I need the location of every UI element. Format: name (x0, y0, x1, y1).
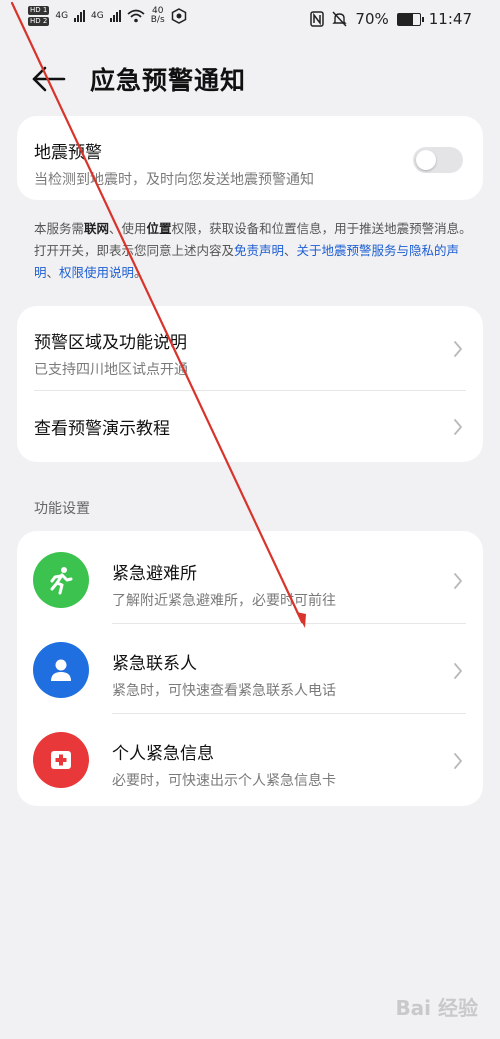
clock: 11:47 (428, 10, 472, 28)
region-description-subtitle: 已支持四川地区试点开通 (34, 362, 188, 378)
personal-info-text: 个人紧急信息 必要时，可快速出示个人紧急信息卡 (112, 739, 336, 790)
personal-info-title: 个人紧急信息 (112, 744, 214, 764)
status-right: 70% 11:47 (310, 10, 472, 28)
region-description-title: 预警区域及功能说明 (34, 333, 187, 353)
battery-level (397, 13, 414, 25)
page-title: 应急预警通知 (90, 66, 247, 95)
notice-bold-network: 联网 (84, 221, 110, 236)
demo-tutorial-text: 查看预警演示教程 (34, 414, 170, 439)
back-arrow-icon (32, 66, 66, 92)
earthquake-alert-text: 地震预警 当检测到地震时，及时向您发送地震预警通知 (34, 138, 314, 189)
app-hexagon-icon (171, 8, 186, 24)
net1-label: 4G (55, 11, 69, 21)
wifi-icon (127, 9, 145, 23)
notice-sep-2: 、 (46, 265, 60, 280)
signal2-icon (109, 10, 121, 22)
mute-bell-icon (332, 11, 348, 27)
earthquake-alert-subtitle: 当检测到地震时，及时向您发送地震预警通知 (34, 172, 314, 188)
notice-sep-1: 、 (284, 243, 297, 258)
feature-settings-card: 紧急避难所 了解附近紧急避难所，必要时可前往 紧急联系人 紧急时，可快速查看紧急… (17, 531, 483, 806)
toggle-knob (416, 150, 436, 170)
medical-card-icon (33, 732, 89, 788)
shelter-subtitle: 了解附近紧急避难所，必要时可前往 (112, 593, 336, 609)
notice-end: 。 (134, 265, 147, 280)
status-left: HD 1 HD 2 4G 4G 40 B/s (28, 6, 187, 26)
region-description-row[interactable]: 预警区域及功能说明 已支持四川地区试点开通 (17, 306, 483, 390)
demo-tutorial-row[interactable]: 查看预警演示教程 (17, 391, 483, 462)
status-bar: HD 1 HD 2 4G 4G 40 B/s 70% 11:47 (0, 0, 500, 40)
earthquake-alert-title: 地震预警 (34, 143, 102, 163)
watermark: Bai 经验 (395, 996, 478, 1020)
service-notice: 本服务需联网、使用位置权限，获取设备和位置信息，用于推送地震预警消息。打开开关，… (34, 218, 474, 284)
section-label: 功能设置 (34, 501, 90, 517)
hd-badges: HD 1 HD 2 (28, 6, 50, 26)
back-button[interactable] (30, 63, 68, 95)
notice-text-1: 本服务需 (34, 221, 85, 236)
earthquake-alert-card: 地震预警 当检测到地震时，及时向您发送地震预警通知 (17, 116, 483, 200)
disclaimer-link[interactable]: 免责声明 (234, 243, 284, 258)
personal-info-subtitle: 必要时，可快速出示个人紧急信息卡 (112, 773, 336, 789)
battery-icon (396, 12, 424, 26)
net2-label: 4G (91, 11, 104, 21)
nfc-icon (310, 11, 325, 27)
running-person-icon (33, 552, 89, 608)
chevron-right-icon (454, 341, 462, 357)
permission-usage-link[interactable]: 权限使用说明 (59, 265, 134, 280)
network-speed: 40 B/s (151, 7, 165, 25)
feature-row-shelter[interactable]: 紧急避难所 了解附近紧急避难所，必要时可前往 (17, 534, 483, 624)
contacts-text: 紧急联系人 紧急时，可快速查看紧急联系人电话 (112, 649, 336, 700)
region-info-card: 预警区域及功能说明 已支持四川地区试点开通 查看预警演示教程 (17, 306, 483, 462)
demo-tutorial-title: 查看预警演示教程 (34, 419, 170, 439)
chevron-right-icon (454, 663, 462, 679)
shelter-title: 紧急避难所 (112, 564, 197, 584)
page-header: 应急预警通知 (0, 55, 500, 105)
chevron-right-icon (454, 573, 462, 589)
chevron-right-icon (454, 753, 462, 769)
chevron-right-icon (454, 419, 462, 435)
notice-bold-location: 位置 (146, 221, 172, 236)
speed-unit: B/s (150, 15, 165, 25)
notice-text-2: 、使用 (109, 221, 147, 236)
earthquake-alert-toggle[interactable] (413, 147, 463, 173)
person-icon (33, 642, 89, 698)
shelter-text: 紧急避难所 了解附近紧急避难所，必要时可前往 (112, 559, 336, 610)
feature-row-personal-info[interactable]: 个人紧急信息 必要时，可快速出示个人紧急信息卡 (17, 714, 483, 804)
signal1-icon (74, 10, 86, 22)
battery-percent: 70% (355, 10, 389, 28)
contacts-title: 紧急联系人 (112, 654, 197, 674)
contacts-subtitle: 紧急时，可快速查看紧急联系人电话 (112, 683, 336, 699)
hd1-badge: HD 1 (28, 6, 50, 15)
hd2-badge: HD 2 (28, 17, 50, 26)
region-description-text: 预警区域及功能说明 已支持四川地区试点开通 (34, 328, 188, 379)
feature-row-emergency-contacts[interactable]: 紧急联系人 紧急时，可快速查看紧急联系人电话 (17, 624, 483, 714)
